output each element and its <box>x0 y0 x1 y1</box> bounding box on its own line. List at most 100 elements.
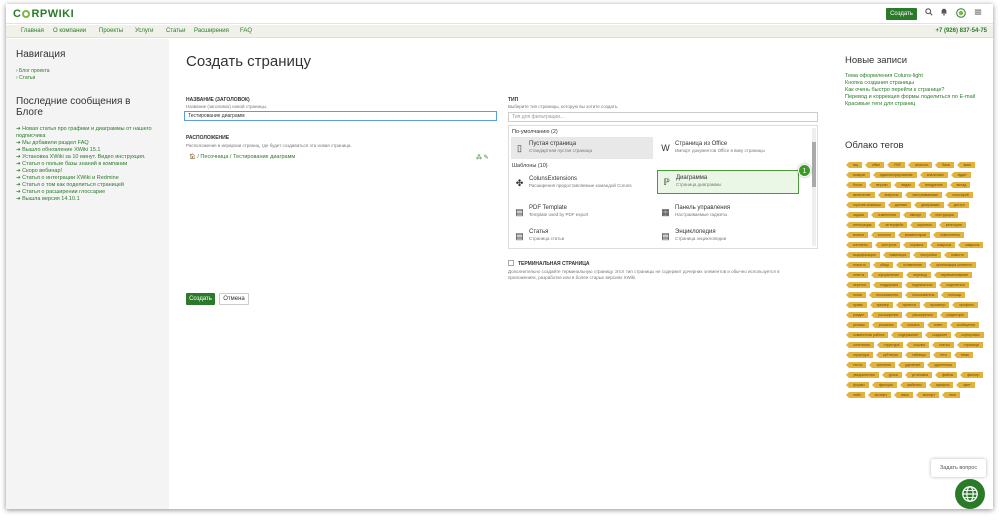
tag-item[interactable]: сообщения <box>949 322 979 328</box>
tag-item[interactable]: экспорт <box>915 392 939 398</box>
tag-item[interactable]: администрирование <box>872 172 917 178</box>
tag-item[interactable]: задачи <box>845 212 869 218</box>
tag-item[interactable]: раздел <box>845 312 869 318</box>
tag-item[interactable]: макросы <box>930 242 956 248</box>
tag-item[interactable]: поддержка <box>873 282 903 288</box>
tag-item[interactable]: организация контента <box>928 262 976 268</box>
tag-item[interactable]: тренинги <box>869 362 895 368</box>
tag-item[interactable]: поиск <box>845 292 867 298</box>
type-filter-input[interactable]: Тип для фильтрации... <box>508 112 818 122</box>
tag-item[interactable]: категории <box>938 222 966 228</box>
type-tile-empty-page[interactable]: ▯ Пустая страница Стандартная пустая стр… <box>511 137 653 159</box>
cancel-button[interactable]: Отмена <box>219 293 249 305</box>
blog-post-link[interactable]: ➔ Статья о пользе базы знаний в компании <box>16 161 159 168</box>
type-tile-pdf-template[interactable]: ▤ PDF Template Template used by PDF expo… <box>511 201 653 223</box>
tag-item[interactable]: шаблоны <box>899 382 926 388</box>
type-tile-office[interactable]: W Страница из Office Импорт документов O… <box>657 137 799 159</box>
tag-item[interactable]: поделиться <box>939 282 970 288</box>
blog-post-link[interactable]: ➔ Мы добавили раздел FAQ <box>16 140 159 147</box>
tag-item[interactable]: диаграммы <box>914 202 944 208</box>
tag-item[interactable]: проекты <box>895 302 921 308</box>
tag-item[interactable]: подписаться <box>904 282 937 288</box>
tag-item[interactable]: изменения <box>871 212 900 218</box>
create-button-top[interactable]: Создать <box>886 8 917 20</box>
blog-post-link[interactable]: ➔ Статья о интеграции XWiki и Redmine <box>16 175 159 182</box>
tag-item[interactable]: включение <box>846 192 875 198</box>
tag-item[interactable]: PDF <box>887 162 906 168</box>
tag-item[interactable]: пример <box>869 302 893 308</box>
type-list-scrollbar[interactable] <box>812 128 816 246</box>
tree-icon[interactable]: ⁂ <box>476 155 482 161</box>
nav-item-services[interactable]: Услуги <box>135 28 153 34</box>
tag-item[interactable]: горячие клавиши <box>846 202 885 208</box>
tag-item[interactable]: доступ <box>946 202 969 208</box>
tag-item[interactable]: данные <box>887 202 912 208</box>
user-icon[interactable] <box>956 8 966 20</box>
tag-item[interactable]: настраиваемые <box>905 192 943 198</box>
tag-item[interactable]: office <box>864 162 885 168</box>
new-post-link[interactable]: Как очень быстро перейти к странице? <box>845 87 985 94</box>
tag-item[interactable]: структура <box>846 352 873 358</box>
tag-item[interactable]: уведомления <box>846 372 879 378</box>
tag-item[interactable]: вики <box>956 162 975 168</box>
tag-item[interactable]: пользователь <box>905 292 939 298</box>
tag-item[interactable]: аналоги <box>908 162 933 168</box>
tag-item[interactable]: статьи <box>932 342 954 348</box>
nav-item-home[interactable]: Главная <box>21 28 44 34</box>
logo[interactable]: C RPWIKI <box>13 8 74 20</box>
tag-item[interactable]: права <box>846 302 867 308</box>
tag-item[interactable]: контроль <box>874 242 901 248</box>
sidebar-link-blog[interactable]: › Блог проекта <box>16 68 159 75</box>
tag-item[interactable]: кнопки <box>846 232 868 238</box>
blog-post-link[interactable]: ➔ Статья о том как поделиться страницей <box>16 182 159 189</box>
tag-item[interactable]: перенос <box>845 282 871 288</box>
tag-item[interactable]: тесты <box>845 362 867 368</box>
bell-icon[interactable] <box>939 8 949 20</box>
tag-item[interactable]: аналитика <box>919 172 948 178</box>
tag-item[interactable]: макросы <box>958 242 984 248</box>
tag-item[interactable]: темы <box>953 352 974 358</box>
sidebar-link-articles[interactable]: › Статьи <box>16 75 159 82</box>
tag-item[interactable]: создание <box>925 332 952 338</box>
new-post-link[interactable]: Перевод и коррекция формы поделиться по … <box>845 94 985 101</box>
tag-item[interactable]: модификация <box>846 252 880 258</box>
tag-item[interactable]: аудит <box>950 172 971 178</box>
new-post-link[interactable]: Тема оформления Coluns-light <box>845 73 985 80</box>
tag-item[interactable]: импорт <box>902 212 926 218</box>
pencil-icon[interactable]: ✎ <box>484 155 489 161</box>
tag-item[interactable]: инструкция <box>928 212 958 218</box>
tag-item[interactable]: релизы <box>846 322 869 328</box>
location-breadcrumb[interactable]: 🏠 / Песочница / Тестирование диаграмм <box>189 154 295 160</box>
tag-item[interactable]: база <box>935 162 954 168</box>
tag-item[interactable]: расширения <box>905 312 937 318</box>
tag-item[interactable]: сортировка <box>954 332 984 338</box>
tag-item[interactable]: расширение <box>871 312 903 318</box>
tag-item[interactable]: вклад <box>949 182 971 188</box>
tag-item[interactable]: шрифты <box>928 382 954 388</box>
tag-item[interactable]: ссылки <box>906 342 929 348</box>
tag-item[interactable]: внедрение <box>918 182 947 188</box>
tag-item[interactable]: корзина <box>903 242 928 248</box>
tag-item[interactable]: просмотр <box>923 302 950 308</box>
scrollbar-thumb[interactable] <box>812 142 816 187</box>
tag-item[interactable]: пользователи <box>869 292 903 298</box>
search-icon[interactable] <box>924 8 934 20</box>
tag-item[interactable]: фильтр <box>960 372 984 378</box>
tag-item[interactable]: функции <box>871 382 897 388</box>
tag-item[interactable]: файлы <box>934 372 958 378</box>
nav-item-about[interactable]: О компании <box>53 28 86 34</box>
tag-item[interactable]: ответы <box>845 272 869 278</box>
tag-item[interactable]: содержание <box>891 332 923 338</box>
tag-item[interactable]: решения <box>871 322 898 328</box>
tag-item[interactable]: профиль <box>952 302 978 308</box>
tag-item[interactable]: переименование <box>933 272 973 278</box>
tag-item[interactable]: скачать <box>900 322 924 328</box>
type-tile-extensions[interactable]: ✤ ColunsExtensions Расширения предоставл… <box>511 172 653 194</box>
blog-post-link[interactable]: ➔ Вышла версия 14.10.1 <box>16 196 159 203</box>
type-tile-dashboard[interactable]: ▦ Панель управления Настраиваемые гаджет… <box>657 201 799 223</box>
blog-post-link[interactable]: ➔ Вышло обновление XWiki 15.1 <box>16 147 159 154</box>
nav-item-faq[interactable]: FAQ <box>240 28 252 34</box>
tag-item[interactable]: цвет <box>956 382 975 388</box>
nav-item-projects[interactable]: Проекты <box>99 28 123 34</box>
tag-item[interactable]: уроки <box>881 372 902 378</box>
